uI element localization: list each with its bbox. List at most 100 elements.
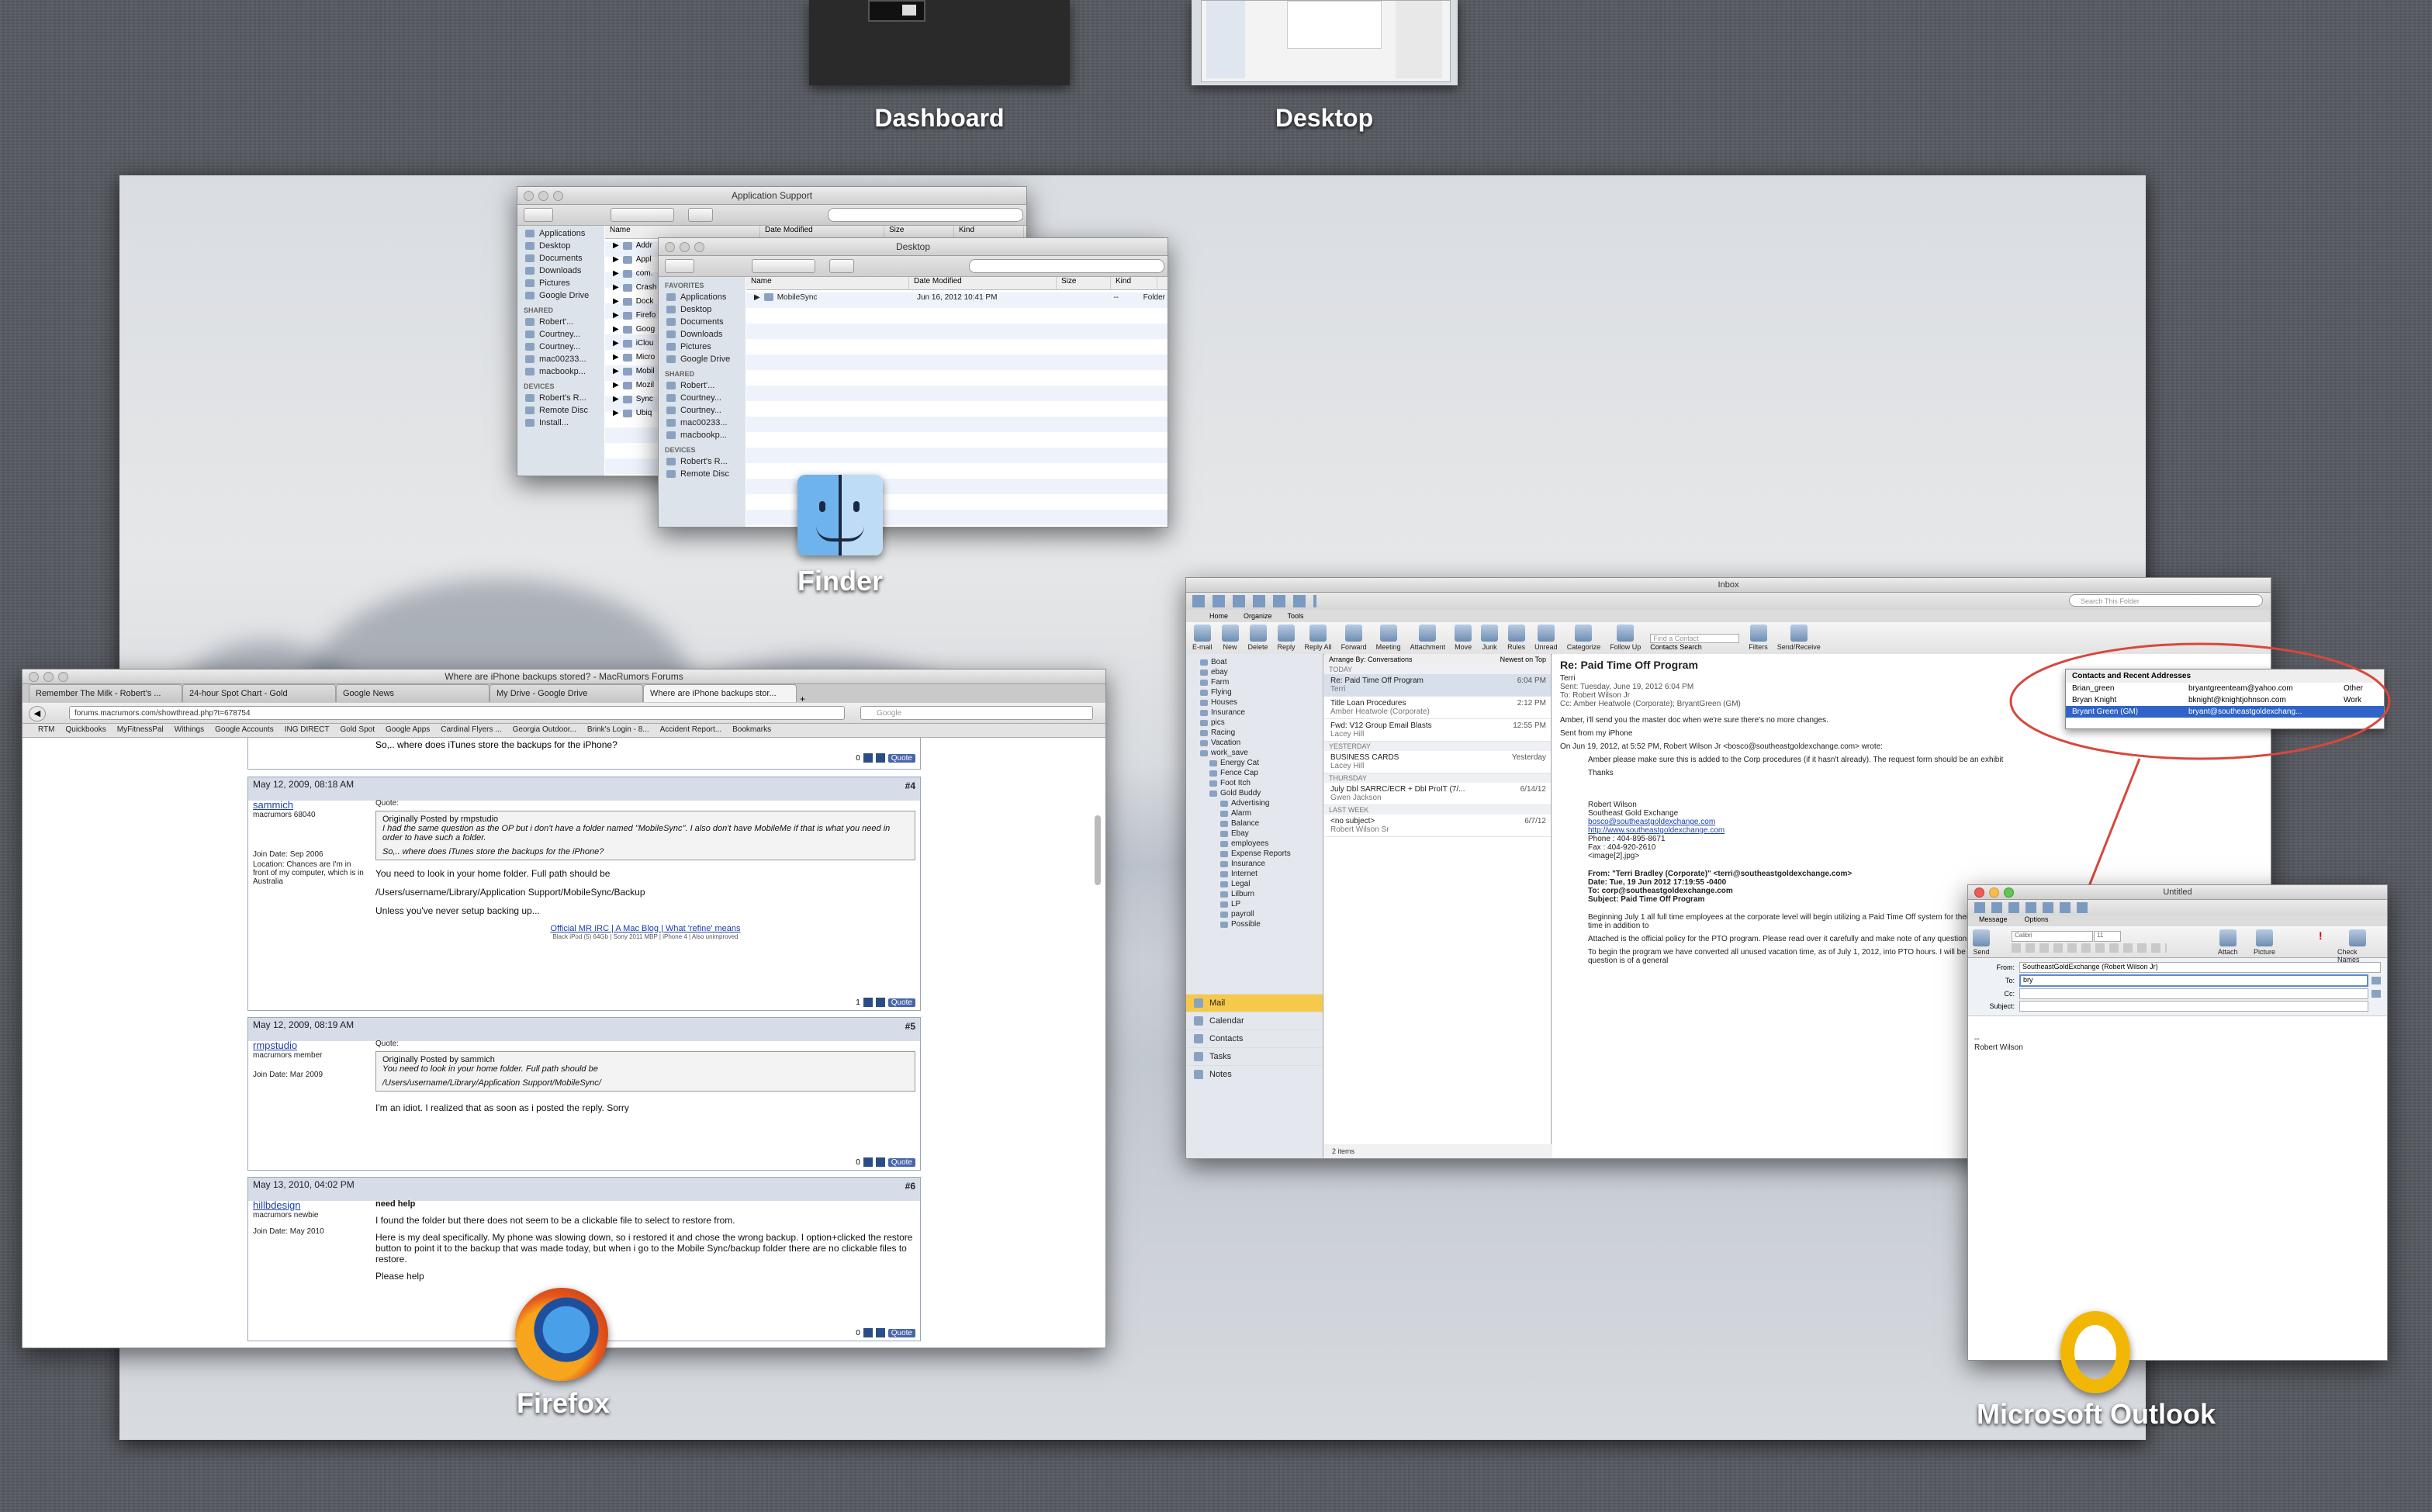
sidebar-shared-item[interactable]: Robert'... [659,379,746,392]
ribbon-button[interactable]: Junk [1481,625,1499,651]
ribbon-tab[interactable]: Tools [1288,612,1304,620]
outlook-app-icon[interactable] [2060,1311,2130,1393]
quick-icons[interactable] [1192,595,1316,607]
finder-titlebar[interactable]: Application Support [517,187,1026,205]
arrange-by-menu[interactable]: Arrange By: Conversations [1329,656,1413,663]
address-book-icon[interactable] [2371,977,2381,984]
mail-folder[interactable]: Alarm [1186,808,1323,818]
finder-window-desktop[interactable]: Desktop FAVORITES Applications Desktop Doc… [658,237,1168,528]
sidebar-item[interactable]: Downloads [517,265,604,277]
bookmark-item[interactable]: MyFitnessPal [117,725,164,735]
mail-folder[interactable]: Insurance [1186,859,1323,869]
back-button[interactable]: ◀ [29,706,46,721]
zoom-button[interactable] [58,672,68,682]
sidebar-device-item[interactable]: Remote Disc [517,404,604,417]
sidebar-shared-item[interactable]: mac00233... [659,417,746,429]
ribbon-button[interactable]: Meeting [1376,625,1401,651]
mail-folder[interactable]: LP [1186,899,1323,909]
view-buttons[interactable] [611,208,674,222]
action-button[interactable] [688,208,713,222]
font-size-selector[interactable]: 11 [2094,931,2121,942]
nav-tasks[interactable]: Tasks [1186,1047,1323,1065]
disclosure-triangle-icon[interactable]: ▶ [613,323,619,337]
find-contact-field[interactable]: Find a Contact [1650,634,1740,643]
send-button[interactable]: Send [1973,929,1990,956]
ribbon-button[interactable]: Reply All [1305,625,1332,651]
mail-folder[interactable]: Boat [1186,657,1323,667]
mail-folder[interactable]: Advertising [1186,798,1323,808]
mail-folder[interactable]: Energy Cat [1186,758,1323,768]
sidebar-item[interactable]: Google Drive [517,289,604,302]
mail-folder[interactable]: Farm [1186,677,1323,687]
sidebar-shared-item[interactable]: macbookp... [659,429,746,441]
ribbon-tab[interactable]: Home [1209,612,1228,620]
finder-app-icon[interactable] [797,475,883,555]
sidebar-item[interactable]: Documents [659,316,746,328]
bookmark-item[interactable]: Quickbooks [65,725,106,735]
ribbon-button[interactable]: Move [1455,625,1472,651]
mail-folder[interactable]: Internet [1186,869,1323,879]
zoom-button[interactable] [553,191,563,201]
ribbon-button[interactable]: Forward [1341,625,1367,651]
close-button[interactable] [524,191,534,201]
contacts-search-button[interactable]: Contacts Search [1650,643,1739,651]
signature-links[interactable]: Official MR IRC | A Mac Blog | What 'ref… [550,924,740,933]
post-number[interactable]: #4 [905,780,915,791]
post-number[interactable]: #6 [905,1181,915,1192]
vote-up-icon[interactable] [863,1157,873,1167]
message-row[interactable]: July Dbl SARRC/ECR + Dbl ProIT (7/... Gw… [1324,783,1551,805]
mail-folder[interactable]: Ebay [1186,829,1323,839]
ribbon-button[interactable]: Attachment [1410,625,1445,651]
search-bar[interactable]: Google [860,706,1093,720]
disclosure-triangle-icon[interactable]: ▶ [613,351,619,365]
sidebar-shared-item[interactable]: Courtney... [659,404,746,417]
vote-up-icon[interactable] [863,998,873,1007]
file-row-mobilesync[interactable]: ▶ MobileSync Jun 16, 2012 10:41 PM -- Fo… [746,290,1168,304]
sidebar-shared-item[interactable]: Robert'... [517,316,604,328]
dashboard-space-thumbnail[interactable] [809,0,1070,85]
column-header[interactable]: Kind [954,226,1024,238]
firefox-app-icon[interactable] [515,1288,608,1381]
quote-button[interactable]: Quote [887,1157,915,1167]
back-forward-buttons[interactable] [665,259,694,273]
sidebar-item[interactable]: Applications [517,227,604,240]
vote-up-icon[interactable] [863,753,873,763]
sidebar-shared-item[interactable]: Courtney... [659,392,746,404]
close-button[interactable] [29,672,39,682]
font-selector[interactable]: Calibri [2012,931,2093,942]
minimize-button[interactable] [1989,887,1999,898]
browser-tab[interactable]: My Drive - Google Drive [490,684,643,702]
search-field[interactable] [828,208,1023,222]
sidebar-item[interactable]: Documents [517,252,604,265]
bookmark-item[interactable]: RTM [38,725,54,735]
disclosure-triangle-icon[interactable]: ▶ [613,407,619,420]
scrollbar[interactable] [1095,815,1101,885]
ribbon-button[interactable]: Delete [1248,625,1268,651]
bookmark-item[interactable]: ING DIRECT [285,725,330,735]
message-row[interactable]: BUSINESS CARDS Lacey Hill Yesterday [1324,751,1551,773]
column-header[interactable]: Kind [1111,277,1157,289]
action-button[interactable] [829,259,854,273]
username-link[interactable]: sammich [248,799,293,811]
desktop-space-thumbnail[interactable] [1192,0,1458,85]
close-button[interactable] [1974,887,1984,898]
sidebar-shared-item[interactable]: Courtney... [517,328,604,341]
disclosure-triangle-icon[interactable]: ▶ [613,239,619,253]
username-link[interactable]: hillbdesign [248,1199,300,1211]
firefox-titlebar[interactable]: Where are iPhone backups stored? - MacRu… [22,670,1105,684]
mail-folder[interactable]: payroll [1186,909,1323,919]
cc-field[interactable] [2019,988,2368,999]
disclosure-triangle-icon[interactable]: ▶ [613,281,619,295]
mail-folder[interactable]: Insurance [1186,708,1323,718]
ribbon-button[interactable]: New [1221,625,1239,651]
mail-folder[interactable]: employees [1186,839,1323,849]
message-row[interactable]: <no subject> Robert Wilson Sr 6/7/12 [1324,815,1551,837]
bookmark-item[interactable]: Google Accounts [215,725,274,735]
column-header[interactable]: Size [1057,277,1111,289]
compose-body[interactable]: -- Robert Wilson [1968,1016,2387,1071]
contact-suggestion-selected[interactable]: Bryant Green (GM) bryant@southeastgoldex… [2066,706,2384,718]
nav-calendar[interactable]: Calendar [1186,1012,1323,1029]
disclosure-triangle-icon[interactable]: ▶ [613,337,619,351]
contact-suggestion[interactable]: Brian_green bryantgreenteam@yahoo.com Ot… [2066,683,2384,694]
mail-folder[interactable]: Lilburn [1186,889,1323,899]
